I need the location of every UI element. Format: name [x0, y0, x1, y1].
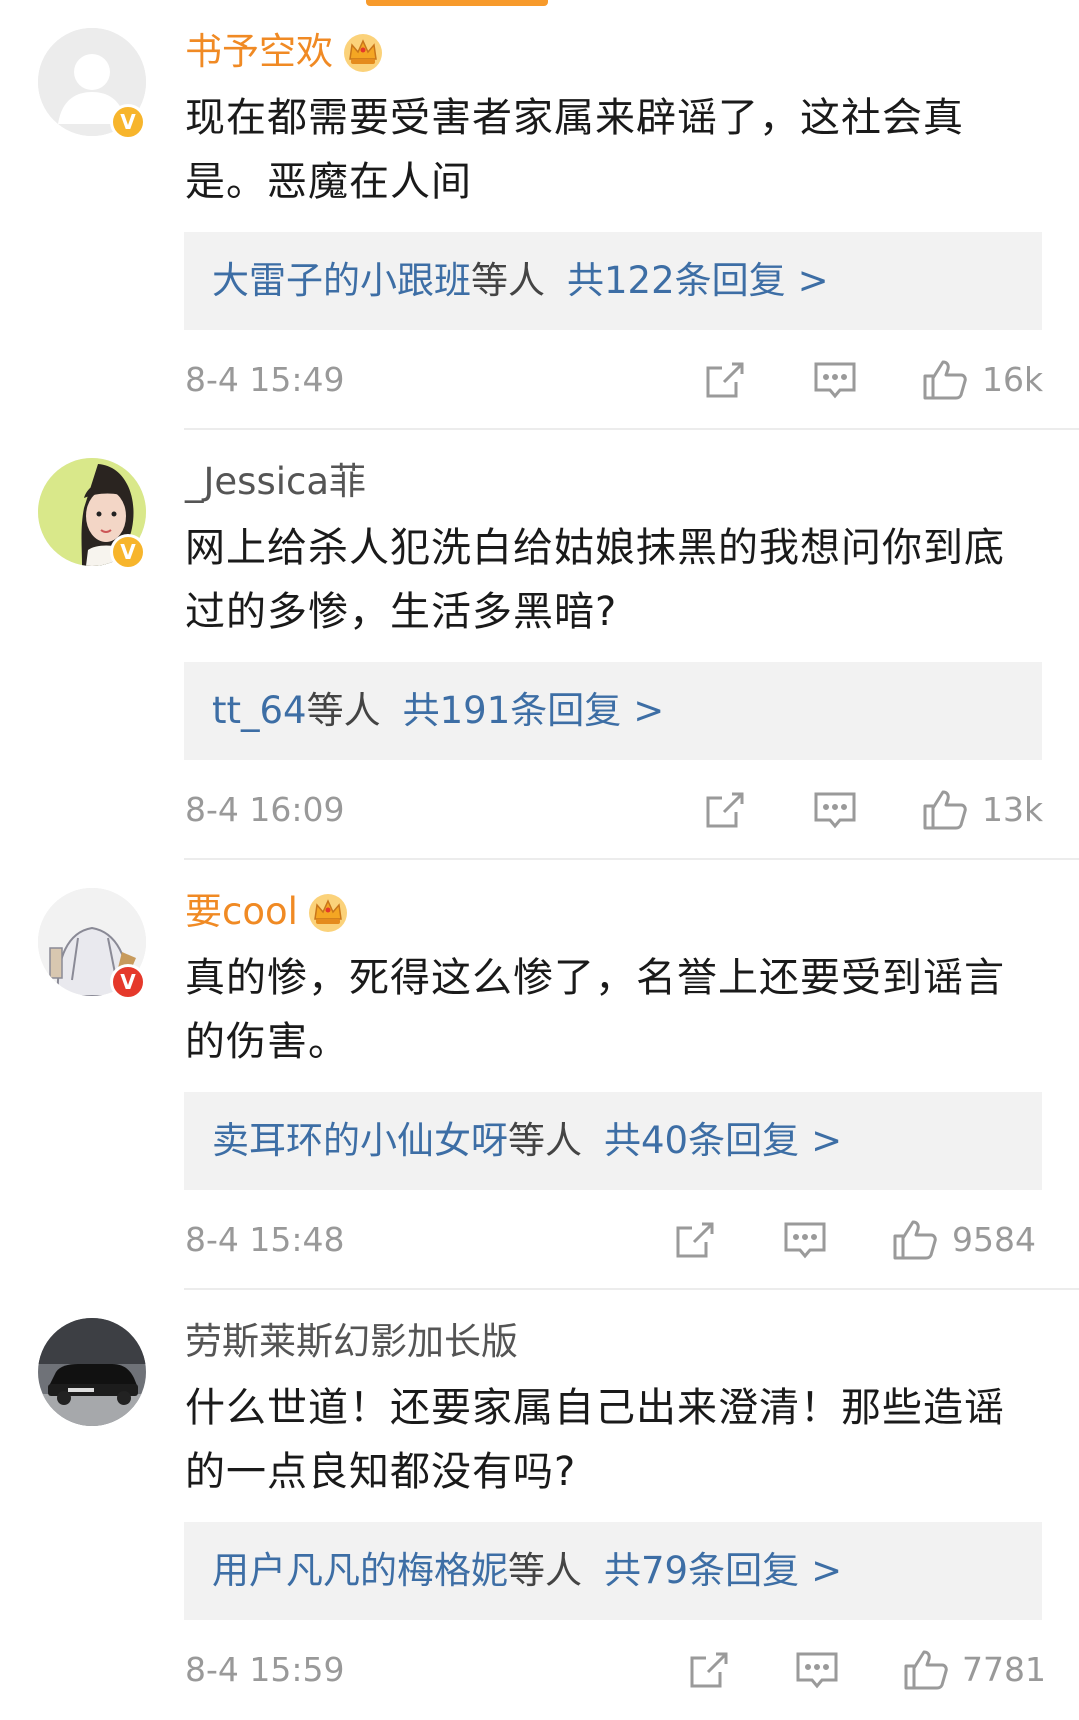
replier-name[interactable]: 大雷子的小跟班: [212, 259, 471, 302]
repliers-suffix: 等人: [508, 1119, 582, 1162]
verified-badge-icon: V: [110, 964, 146, 1000]
username[interactable]: 书予空欢: [185, 24, 385, 80]
like-count: 13k: [982, 790, 1044, 829]
username-text[interactable]: 书予空欢: [185, 24, 333, 80]
vip-crown-icon: [308, 894, 347, 932]
replier-name[interactable]: 用户凡凡的梅格妮: [212, 1549, 508, 1592]
reply-count[interactable]: 共191条回复: [403, 689, 622, 732]
reply-comment-icon[interactable]: [812, 358, 858, 402]
username[interactable]: _Jessica菲: [185, 454, 366, 510]
username-text[interactable]: 要cool: [185, 884, 298, 940]
comment-item: V 书予空欢 现在都需要受害者家属来辟谣了，这社会真是。恶魔在人间 大雷子的小跟…: [0, 0, 1079, 430]
reply-comment-icon[interactable]: [812, 788, 858, 832]
replies-summary-button[interactable]: 用户凡凡的梅格妮等人 共79条回复 >: [184, 1522, 1042, 1620]
username[interactable]: 要cool: [185, 884, 350, 940]
comment-item: 劳斯莱斯幻影加长版 什么世道！还要家属自己出来澄清！那些造谣的一点良知都没有吗?…: [0, 1290, 1079, 1720]
comment-text: 现在都需要受害者家属来辟谣了，这社会真是。恶魔在人间: [185, 95, 964, 205]
comment-list-page: V 书予空欢 现在都需要受害者家属来辟谣了，这社会真是。恶魔在人间 大雷子的小跟…: [0, 0, 1079, 1720]
comment-item: V _Jessica菲 网上给杀人犯洗白给姑娘抹黑的我想问你到底过的多惨，生活多…: [0, 430, 1079, 860]
like-thumb-icon[interactable]: [902, 1648, 948, 1692]
chevron-right-icon: >: [811, 1119, 843, 1162]
comment-text: 什么世道！还要家属自己出来澄清！那些造谣的一点良知都没有吗?: [185, 1385, 1005, 1495]
share-icon[interactable]: [702, 788, 748, 832]
repliers-suffix: 等人: [306, 689, 381, 732]
chevron-right-icon: >: [797, 259, 829, 302]
replier-name[interactable]: tt_64: [212, 689, 307, 732]
like-count: 9584: [952, 1220, 1036, 1259]
reply-count[interactable]: 共122条回复: [567, 259, 786, 302]
comment-item: V 要cool 真的惨，死得这么惨了，名誉上还要受到谣言的伤害。 卖耳环的小仙女…: [0, 860, 1079, 1290]
like-count: 7781: [962, 1650, 1046, 1689]
share-icon[interactable]: [686, 1648, 732, 1692]
share-icon[interactable]: [672, 1218, 718, 1262]
like-thumb-icon[interactable]: [891, 1218, 937, 1262]
like-count: 16k: [982, 360, 1044, 399]
like-thumb-icon[interactable]: [921, 358, 967, 402]
reply-comment-icon[interactable]: [782, 1218, 828, 1262]
repliers-suffix: 等人: [508, 1549, 582, 1592]
comment-time: 8-4 15:48: [185, 1220, 345, 1259]
reply-count[interactable]: 共40条回复: [604, 1119, 799, 1162]
car-photo-avatar-icon[interactable]: [38, 1318, 146, 1426]
replies-summary-button[interactable]: 卖耳环的小仙女呀等人 共40条回复 >: [184, 1092, 1042, 1190]
chevron-right-icon: >: [633, 689, 665, 732]
repliers-suffix: 等人: [471, 259, 545, 302]
replies-summary-button[interactable]: 大雷子的小跟班等人 共122条回复 >: [184, 232, 1042, 330]
comment-time: 8-4 15:59: [185, 1650, 345, 1689]
comment-text: 网上给杀人犯洗白给姑娘抹黑的我想问你到底过的多惨，生活多黑暗?: [185, 525, 1005, 635]
username[interactable]: 劳斯莱斯幻影加长版: [185, 1314, 518, 1370]
reply-comment-icon[interactable]: [794, 1648, 840, 1692]
reply-count[interactable]: 共79条回复: [604, 1549, 799, 1592]
chevron-right-icon: >: [811, 1549, 843, 1592]
verified-badge-icon: V: [110, 104, 146, 140]
share-icon[interactable]: [702, 358, 748, 402]
verified-badge-icon: V: [110, 534, 146, 570]
username-text[interactable]: 劳斯莱斯幻影加长版: [185, 1314, 518, 1370]
comment-time: 8-4 16:09: [185, 790, 345, 829]
replier-name[interactable]: 卖耳环的小仙女呀: [212, 1119, 508, 1162]
replies-summary-button[interactable]: tt_64等人 共191条回复 >: [184, 662, 1042, 760]
comment-text: 真的惨，死得这么惨了，名誉上还要受到谣言的伤害。: [185, 955, 1005, 1065]
comment-time: 8-4 15:49: [185, 360, 345, 399]
username-text[interactable]: _Jessica菲: [185, 454, 366, 510]
like-thumb-icon[interactable]: [921, 788, 967, 832]
vip-crown-icon: [344, 34, 382, 72]
